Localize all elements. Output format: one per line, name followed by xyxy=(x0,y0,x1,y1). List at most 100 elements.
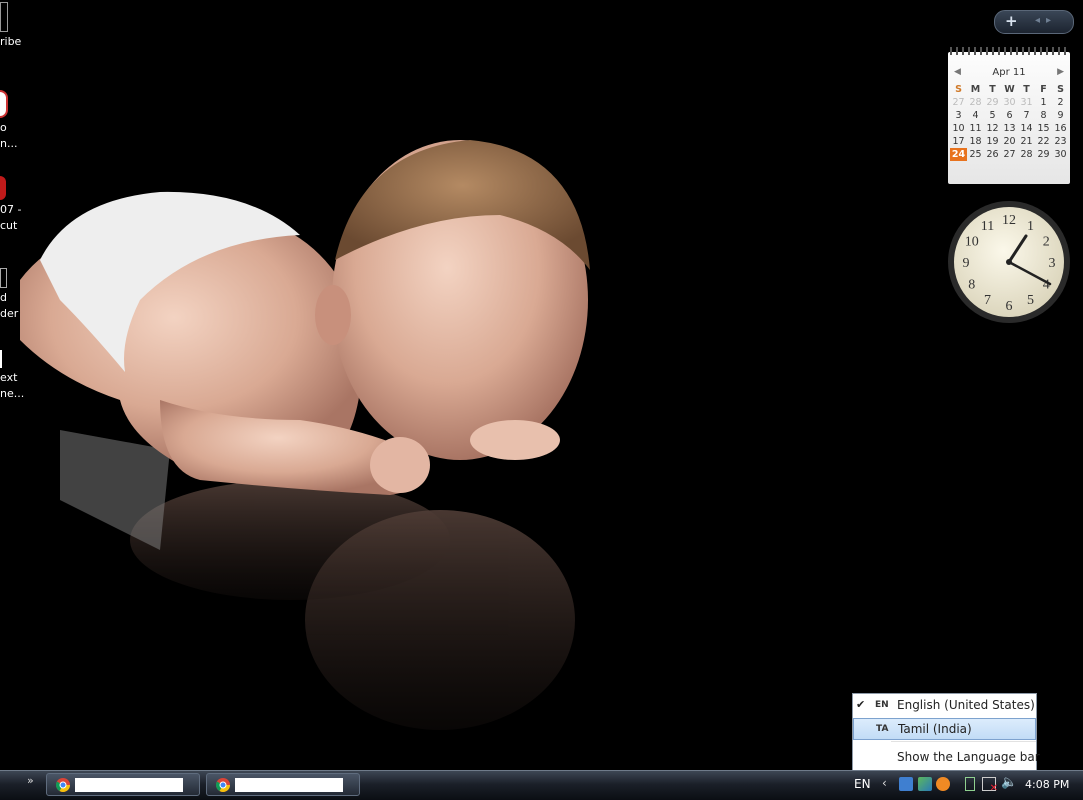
check-icon: ✔ xyxy=(856,698,866,711)
calendar-day[interactable]: 3 xyxy=(950,109,967,122)
calendar-day[interactable]: 2 xyxy=(1052,96,1069,109)
clock-numeral: 2 xyxy=(1043,235,1050,250)
calendar-day[interactable]: 22 xyxy=(1035,135,1052,148)
desktop-icon-label: o n... xyxy=(0,121,18,150)
calendar-day[interactable]: 26 xyxy=(984,148,1001,161)
calendar-day[interactable]: 18 xyxy=(967,135,984,148)
calendar-grid: S M T W T F S 27 28 29 30 31 1 2 3 4 5 6 7 8 9 10 11 12 13 14 15 16… xyxy=(950,83,1069,161)
gadget-nav-arrows[interactable]: ◂▸ xyxy=(1035,15,1057,26)
calendar-day[interactable]: 29 xyxy=(1035,148,1052,161)
calendar-day[interactable]: 11 xyxy=(967,122,984,135)
calendar-day[interactable]: 21 xyxy=(1018,135,1035,148)
calendar-day[interactable]: 15 xyxy=(1035,122,1052,135)
document-icon xyxy=(0,268,7,288)
calendar-day[interactable]: 31 xyxy=(1018,96,1035,109)
desktop-wallpaper xyxy=(0,0,1083,770)
desktop-icon-5[interactable]: ext ne... xyxy=(0,350,40,402)
weekday-header: W xyxy=(1004,84,1015,95)
calendar-day[interactable]: 28 xyxy=(1018,148,1035,161)
windows-update-icon[interactable] xyxy=(918,777,932,791)
window-title-redacted xyxy=(75,778,183,792)
language-item-english[interactable]: ✔ EN English (United States) xyxy=(853,695,1036,717)
calendar-day[interactable]: 6 xyxy=(1001,109,1018,122)
calendar-day[interactable]: 27 xyxy=(1001,148,1018,161)
calendar-day[interactable]: 29 xyxy=(984,96,1001,109)
add-gadget-button[interactable]: + xyxy=(1005,12,1018,30)
calendar-day[interactable]: 4 xyxy=(967,109,984,122)
calendar-day[interactable]: 9 xyxy=(1052,109,1069,122)
clock-gadget[interactable]: 12 1234567891011 xyxy=(947,200,1071,324)
desktop-icon-2[interactable]: o n... xyxy=(0,90,40,152)
calendar-day[interactable]: 23 xyxy=(1052,135,1069,148)
calendar-day[interactable]: 25 xyxy=(967,148,984,161)
weekday-header: M xyxy=(970,84,981,95)
calendar-day[interactable]: 30 xyxy=(1052,148,1069,161)
media-icon xyxy=(0,176,6,200)
clock-numeral: 5 xyxy=(1027,293,1034,308)
app-icon xyxy=(0,90,8,118)
menu-separator xyxy=(891,741,1036,742)
calendar-day[interactable]: 1 xyxy=(1035,96,1052,109)
calendar-day[interactable]: 16 xyxy=(1052,122,1069,135)
calendar-day[interactable]: 5 xyxy=(984,109,1001,122)
clock-numeral: 9 xyxy=(963,256,970,271)
calendar-day[interactable]: 28 xyxy=(967,96,984,109)
quick-launch-overflow-button[interactable]: » xyxy=(27,774,34,787)
weekday-header: T xyxy=(1023,84,1030,95)
network-disconnected-icon[interactable]: ✕ xyxy=(982,777,998,794)
calendar-month-label: Apr 11 xyxy=(992,67,1026,78)
taskbar-clock[interactable]: 4:08 PM xyxy=(1025,778,1069,791)
weekday-header: S xyxy=(955,84,962,95)
next-month-icon[interactable]: ▶ xyxy=(1057,67,1064,77)
calendar-day[interactable]: 27 xyxy=(950,96,967,109)
language-code: TA xyxy=(876,724,889,734)
calendar-day[interactable]: 30 xyxy=(1001,96,1018,109)
desktop-icon-3[interactable]: 07 - cut xyxy=(0,176,40,234)
show-language-bar-item[interactable]: Show the Language bar xyxy=(853,747,1040,769)
weekday-header: T xyxy=(989,84,996,95)
language-indicator[interactable]: EN xyxy=(854,777,871,791)
app-tray-icon[interactable] xyxy=(936,777,950,791)
calendar-day[interactable]: 12 xyxy=(984,122,1001,135)
taskbar-button-chrome-1[interactable] xyxy=(46,773,200,796)
clock-numeral: 7 xyxy=(984,293,991,308)
desktop-icon-label: ribe xyxy=(0,35,22,48)
chrome-icon xyxy=(216,778,230,792)
battery-icon[interactable] xyxy=(965,777,975,791)
network-status-icon[interactable] xyxy=(899,777,913,791)
calendar-binding-rings xyxy=(950,47,1068,55)
show-language-bar-label: Show the Language bar xyxy=(897,750,1040,764)
weekday-header: S xyxy=(1057,84,1064,95)
calendar-day[interactable]: 8 xyxy=(1035,109,1052,122)
language-code: EN xyxy=(875,700,889,710)
clock-numeral: 10 xyxy=(965,235,979,250)
calendar-day[interactable]: 14 xyxy=(1018,122,1035,135)
clock-numeral: 12 xyxy=(1002,213,1016,228)
language-menu: ✔ EN English (United States) TA Tamil (I… xyxy=(852,693,1040,771)
language-item-tamil[interactable]: TA Tamil (India) xyxy=(853,718,1036,740)
taskbar-button-chrome-2[interactable] xyxy=(206,773,360,796)
desktop-icon-label: 07 - cut xyxy=(0,203,22,232)
calendar-day[interactable]: 17 xyxy=(950,135,967,148)
calendar-day[interactable]: 10 xyxy=(950,122,967,135)
clock-pivot xyxy=(1006,259,1012,265)
desktop-icon-1[interactable]: ribe xyxy=(0,2,40,50)
sidebar-controls: + ◂▸ xyxy=(994,10,1074,34)
language-label: English (United States) xyxy=(897,698,1035,712)
shortcut-icon xyxy=(0,2,8,32)
clock-numeral: 8 xyxy=(968,278,975,293)
desktop-icon-label: d der xyxy=(0,291,19,320)
volume-icon[interactable]: 🔈 xyxy=(1001,775,1017,790)
calendar-day[interactable]: 24 xyxy=(950,148,967,161)
desktop-icon-4[interactable]: d der xyxy=(0,268,40,322)
calendar-day[interactable]: 20 xyxy=(1001,135,1018,148)
calendar-day[interactable]: 7 xyxy=(1018,109,1035,122)
calendar-day[interactable]: 13 xyxy=(1001,122,1018,135)
taskbar: » EN ‹ ✕ 🔈 4:08 PM xyxy=(0,770,1083,800)
language-label: Tamil (India) xyxy=(898,722,972,736)
desktop-icon-label: ext ne... xyxy=(0,371,25,400)
clock-numeral: 1 xyxy=(1027,219,1034,234)
show-hidden-icons-button[interactable]: ‹ xyxy=(882,776,887,790)
calendar-day[interactable]: 19 xyxy=(984,135,1001,148)
calendar-gadget[interactable]: ◀ Apr 11 ▶ S M T W T F S 27 28 29 30 31 1 2 3 4 5 6 7 8 9 10 1… xyxy=(948,47,1070,184)
